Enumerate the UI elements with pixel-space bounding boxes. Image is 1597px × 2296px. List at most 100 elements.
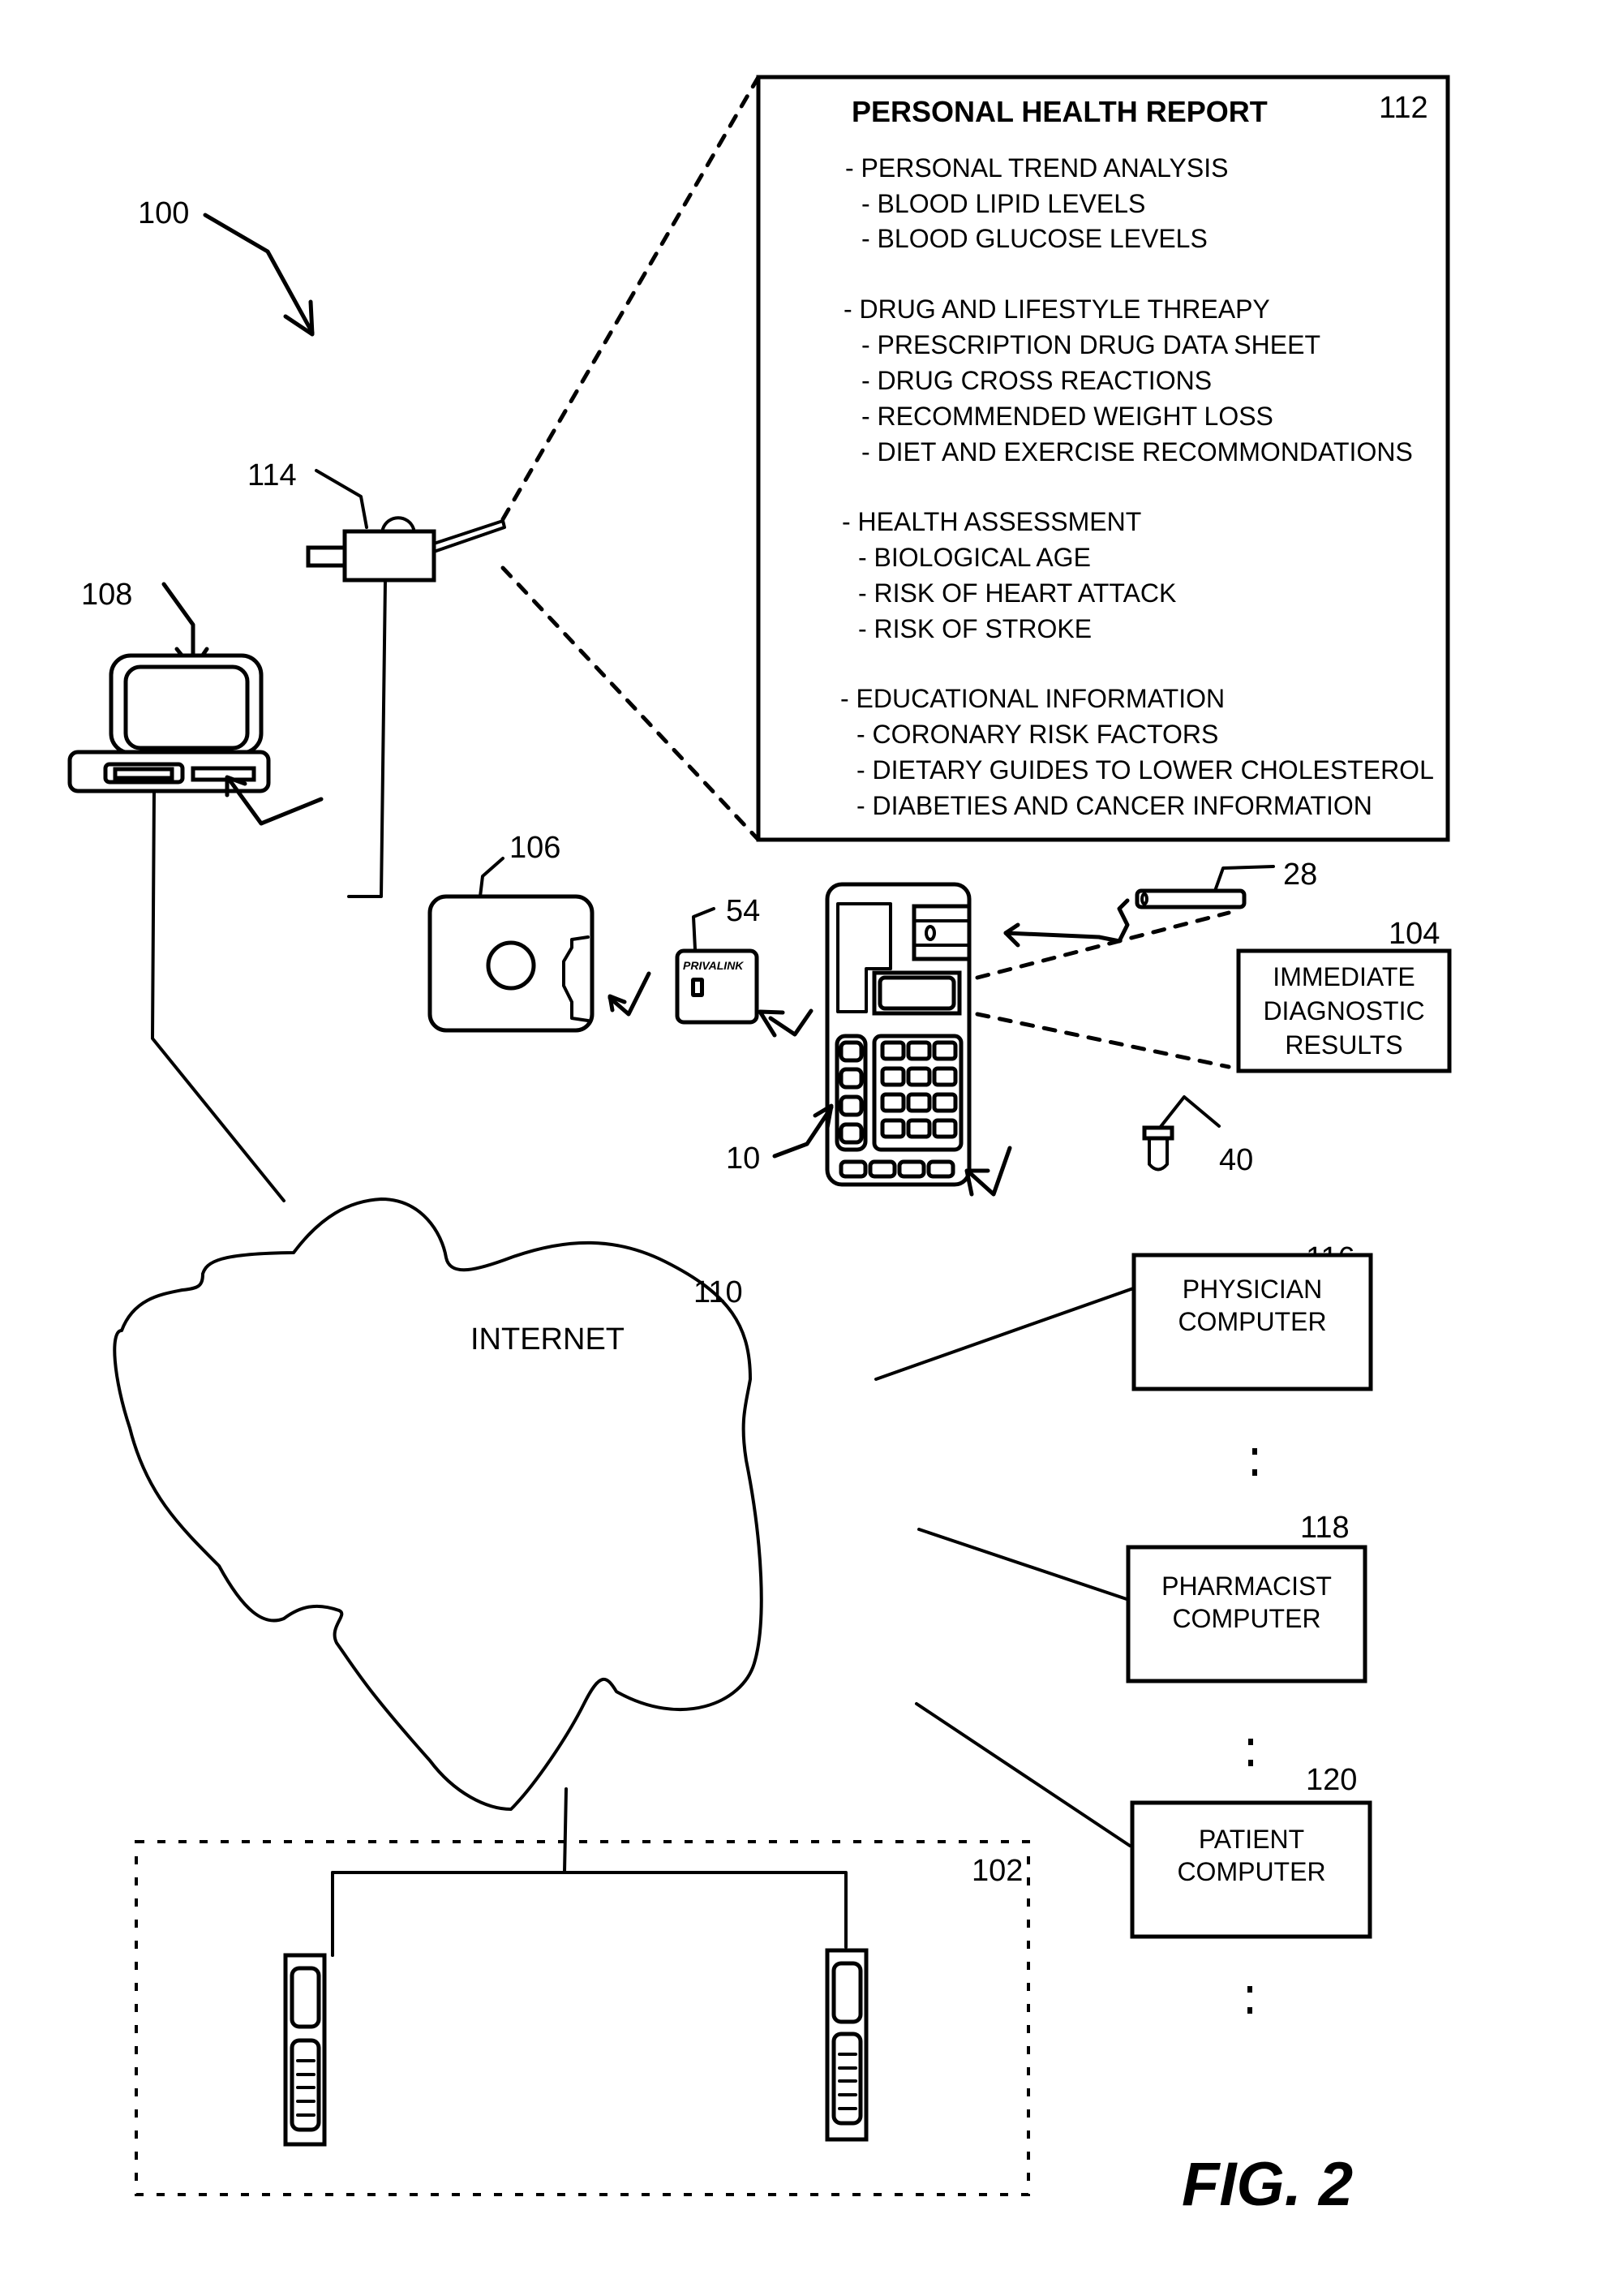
patient-link	[915, 1702, 1131, 1847]
device-side-key	[839, 1122, 864, 1145]
keypad-key	[880, 1040, 906, 1061]
pharmacist-computer-line: COMPUTER	[1172, 1604, 1320, 1633]
printer-cable	[347, 578, 387, 898]
remote-computers: 116 PHYSICIAN COMPUTER 118 PHARMACIST CO…	[874, 1241, 1373, 2028]
printer-output-sheet-icon	[432, 519, 506, 553]
local-computer: 108	[67, 578, 324, 1202]
report-section-item: - RECOMMENDED WEIGHT LOSS	[861, 402, 1273, 431]
server-group-ref-label: 102	[972, 1854, 1023, 1888]
printer-leader-line	[315, 469, 368, 529]
patient-computer-line: PATIENT	[1199, 1825, 1304, 1854]
report-section-item: - BIOLOGICAL AGE	[858, 543, 1091, 572]
patient-computer: 120 PATIENT COMPUTER	[1130, 1763, 1372, 1939]
physician-computer: 116 PHYSICIAN COMPUTER	[1131, 1241, 1373, 1391]
printer-body-icon	[342, 529, 436, 583]
personal-health-report: PERSONAL HEALTH REPORT 112 - PERSONAL TR…	[756, 75, 1450, 842]
smart-card: 54 PRIVALINK	[675, 894, 814, 1038]
device-ref-label: 10	[726, 1142, 760, 1176]
printer: 114	[247, 458, 506, 898]
device-side-key	[839, 1094, 864, 1117]
card-reader-button-icon	[486, 940, 536, 991]
report-section-item: - DIABETIES AND CANCER INFORMATION	[856, 791, 1372, 820]
report-section-item: - PRESCRIPTION DRUG DATA SHEET	[861, 330, 1320, 359]
results-ref-label: 104	[1389, 917, 1440, 951]
vial-leader-line	[1158, 1095, 1221, 1129]
physician-link	[874, 1286, 1137, 1381]
device-bottom-key	[897, 1159, 926, 1179]
device-ref-arrow-icon	[772, 1105, 834, 1159]
card-reader-ref-label: 106	[509, 831, 560, 865]
server-network-lines	[331, 1787, 848, 1957]
keypad-key	[880, 1066, 906, 1087]
strip-port-icon	[912, 904, 972, 961]
reader-arrow-icon	[607, 971, 651, 1017]
pharmacist-ref-label: 118	[1300, 1511, 1350, 1545]
report-section-item: - DRUG CROSS REACTIONS	[861, 366, 1212, 395]
computer-ref-label: 108	[81, 578, 132, 612]
vial-tube-icon	[1148, 1137, 1169, 1172]
system-ref-label: 100	[138, 196, 189, 230]
results-line: DIAGNOSTIC	[1263, 996, 1424, 1025]
report-section-item: - BLOOD LIPID LEVELS	[861, 189, 1145, 218]
device-bottom-key	[926, 1159, 955, 1179]
report-section-heading: - HEALTH ASSESSMENT	[842, 507, 1141, 536]
report-section-item: - DIET AND EXERCISE RECOMMONDATIONS	[861, 437, 1413, 467]
patient-ref-label: 120	[1306, 1763, 1357, 1797]
keypad-key	[906, 1118, 932, 1139]
device-side-key	[839, 1067, 864, 1090]
pharmacist-link	[917, 1528, 1133, 1602]
report-section-heading: - EDUCATIONAL INFORMATION	[840, 684, 1225, 713]
smart-card-leader-line	[692, 907, 715, 951]
smart-card-chip-slot	[695, 982, 700, 993]
diagnostic-device: 10	[726, 882, 1012, 1197]
vial-cap-icon	[1142, 1125, 1174, 1141]
keypad-key	[906, 1092, 932, 1113]
keypad-key	[880, 1092, 906, 1113]
keypad-key	[880, 1118, 906, 1139]
test-strip-ref-label: 28	[1283, 858, 1317, 892]
server-right	[825, 1948, 869, 2142]
patient-computer-line: COMPUTER	[1177, 1857, 1325, 1886]
printer-knob-icon	[381, 516, 415, 531]
pharmacist-computer-line: PHARMACIST	[1161, 1572, 1332, 1601]
pharmacist-computer: 118 PHARMACIST COMPUTER	[1126, 1511, 1367, 1683]
smart-card-brand: PRIVALINK	[683, 959, 744, 972]
computer-internet-link	[151, 789, 285, 1202]
device-display-screen	[878, 975, 956, 1011]
server-left	[283, 1953, 327, 2147]
report-section-heading: - PERSONAL TREND ANALYSIS	[845, 153, 1228, 183]
report-projection-line-bottom	[500, 565, 761, 842]
device-bottom-key	[868, 1159, 897, 1179]
sample-vial: 40	[1142, 1095, 1253, 1177]
card-slot-icon	[191, 766, 256, 782]
server-group-boundary	[135, 1840, 1030, 2196]
keypad-key	[932, 1040, 958, 1061]
device-bottom-key	[839, 1159, 868, 1179]
patent-diagram: 100 PERSONAL HEALTH REPORT 112 - PERSONA…	[67, 75, 1452, 2219]
report-projection-line-top	[500, 75, 761, 522]
internet-label: INTERNET	[470, 1322, 625, 1357]
physician-computer-line: PHYSICIAN	[1183, 1275, 1322, 1304]
printer-ref-label: 114	[247, 458, 297, 492]
physician-computer-line: COMPUTER	[1178, 1307, 1326, 1336]
report-ref-label: 112	[1379, 91, 1428, 125]
test-strip-leader-line	[1213, 865, 1275, 892]
server-group: 102	[135, 1787, 1030, 2196]
internet-cloud-shape	[113, 1197, 763, 1811]
smart-card-ref-label: 54	[726, 894, 760, 928]
test-strip-icon	[1135, 888, 1247, 909]
server-drive-bay-icon	[831, 1961, 863, 2024]
report-section-item: - RISK OF HEART ATTACK	[858, 578, 1176, 608]
internet-cloud: INTERNET 110	[113, 1197, 763, 1811]
internet-ref-label: 110	[693, 1275, 743, 1309]
device-side-key	[839, 1040, 864, 1063]
system-reference: 100	[138, 196, 315, 337]
results-line: IMMEDIATE	[1273, 962, 1415, 991]
printer-feed-icon	[306, 545, 347, 568]
card-reader-leader-line	[479, 857, 504, 898]
report-section-item: - DIETARY GUIDES TO LOWER CHOLESTEROL	[856, 755, 1434, 785]
keypad-key	[932, 1118, 958, 1139]
monitor-screen-icon	[123, 664, 250, 750]
report-section-item: - RISK OF STROKE	[858, 614, 1092, 643]
results-line: RESULTS	[1285, 1030, 1402, 1060]
